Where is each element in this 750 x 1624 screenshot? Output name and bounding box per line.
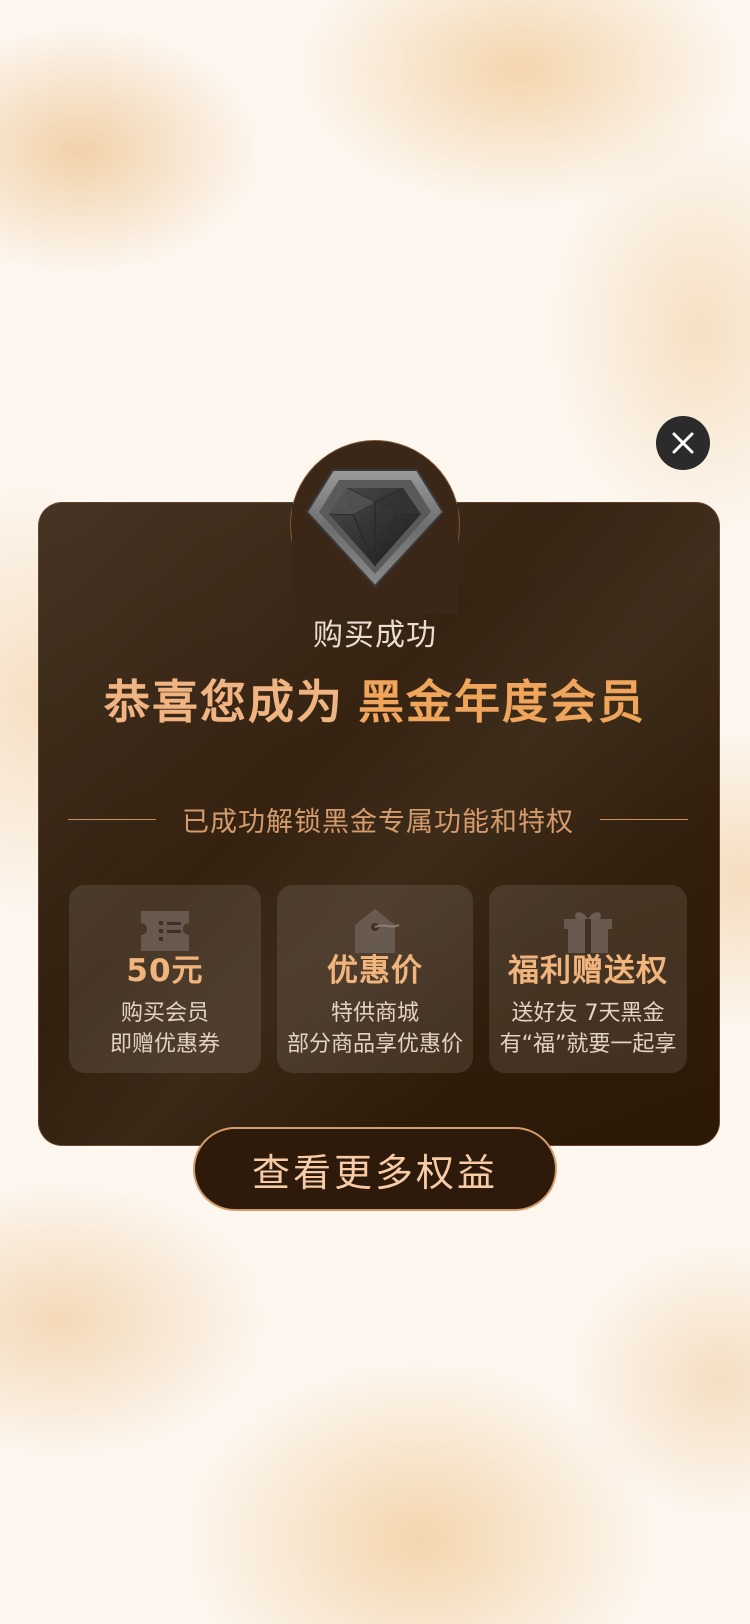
benefit-value: 福利赠送权 [508,953,668,989]
benefit-line: 送好友 7天黑金 [511,1001,665,1026]
divider-line-left [68,818,156,821]
congrats-heading: 恭喜您成为 黑金年度会员 [0,666,750,732]
benefit-line: 即赠优惠券 [109,1032,220,1057]
diamond-badge-icon [305,469,445,588]
benefit-line: 有“福”就要一起享 [499,1032,677,1057]
benefit-line: 购买会员 [120,1001,209,1026]
benefit-line: 特供商城 [330,1001,419,1026]
divider-line-right [600,818,688,821]
benefit-card-gift: 福利赠送权 送好友 7天黑金 有“福”就要一起享 [489,885,687,1073]
benefit-card-discount: 优惠价 特供商城 部分商品享优惠价 [277,885,473,1073]
purchase-title: 购买成功 [313,618,437,653]
close-icon [672,432,694,454]
congrats-lead: 恭喜您成为 [104,675,344,729]
unlocked-divider: 已成功解锁黑金专属功能和特权 [68,800,688,839]
view-more-benefits-button[interactable]: 查看更多权益 [193,1127,557,1211]
benefit-value: 50元 [126,953,204,989]
benefit-value: 优惠价 [327,953,423,989]
close-button[interactable] [656,416,710,470]
benefit-line: 部分商品享优惠价 [286,1032,463,1057]
tier-name: 黑金年度会员 [358,675,646,729]
unlocked-text: 已成功解锁黑金专属功能和特权 [182,807,574,838]
benefit-card-coupon: 50元 购买会员 即赠优惠券 [69,885,261,1073]
